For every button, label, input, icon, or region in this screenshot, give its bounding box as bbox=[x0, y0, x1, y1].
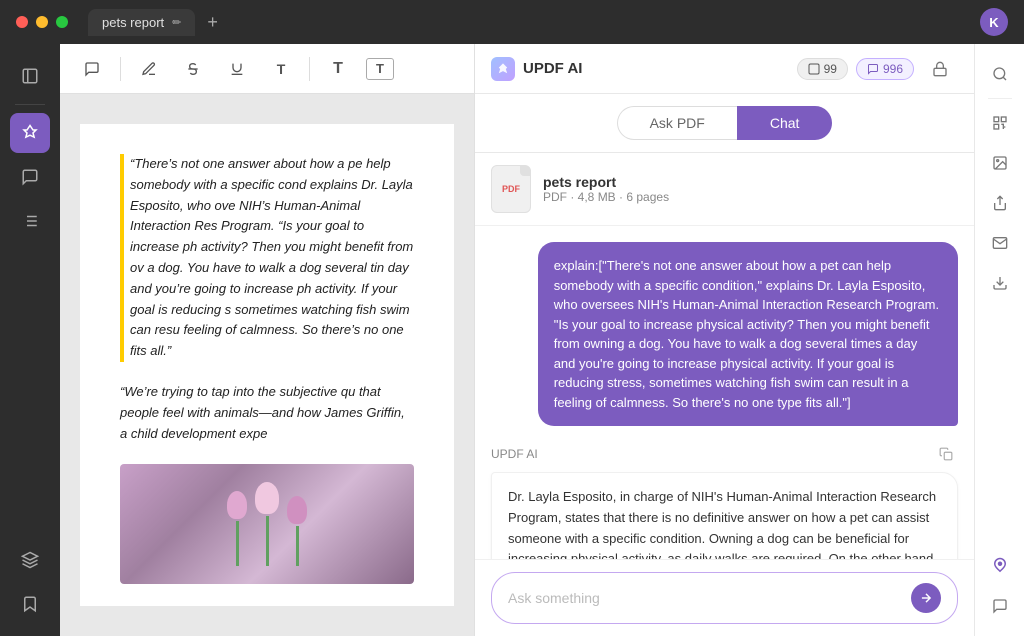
chat-input-wrapper bbox=[491, 572, 958, 624]
file-info: PDF pets report PDF · 4,8 MB · 6 pages bbox=[475, 153, 974, 226]
ai-message-wrapper: UPDF AI Dr. Layla Esposito, in charge of… bbox=[491, 442, 958, 559]
sidebar-search-icon[interactable] bbox=[982, 56, 1018, 92]
title-bar: pets report ✏ + K bbox=[0, 0, 1024, 44]
edit-icon[interactable]: ✏ bbox=[172, 16, 181, 29]
page: “There’s not one answer about how a pe h… bbox=[80, 124, 454, 606]
toolbar-divider-1 bbox=[120, 57, 121, 81]
sidebar-image-icon[interactable] bbox=[982, 145, 1018, 181]
sidebar-divider bbox=[988, 98, 1012, 99]
document-image bbox=[120, 464, 414, 584]
sidebar-icon-bookmark[interactable] bbox=[10, 584, 50, 624]
ai-panel: UPDF AI 99 996 Ask PDF Chat bbox=[474, 44, 974, 636]
pdf-icon: PDF bbox=[491, 165, 531, 213]
tab-area: pets report ✏ + bbox=[88, 9, 222, 36]
lock-icon[interactable] bbox=[922, 51, 958, 87]
add-tab-button[interactable]: + bbox=[203, 12, 222, 33]
sidebar-chat-icon[interactable] bbox=[982, 588, 1018, 624]
toolbar-text-outlined-icon[interactable]: T bbox=[366, 58, 394, 80]
sidebar-icon-comment[interactable] bbox=[10, 157, 50, 197]
chat-input-area bbox=[475, 559, 974, 636]
ai-header: UPDF AI 99 996 bbox=[475, 44, 974, 94]
toolbar-underline-icon[interactable] bbox=[221, 53, 253, 85]
main-area: T T T “There’s not one answer about how … bbox=[0, 44, 1024, 636]
sidebar-icon-layers[interactable] bbox=[10, 540, 50, 580]
file-name: pets report bbox=[543, 174, 669, 190]
tab-chat[interactable]: Chat bbox=[737, 106, 833, 140]
tab-ask-pdf[interactable]: Ask PDF bbox=[617, 106, 737, 140]
sidebar-share-icon[interactable] bbox=[982, 185, 1018, 221]
chat-messages[interactable]: explain:["There's not one answer about h… bbox=[475, 226, 974, 559]
toolbar-comment-icon[interactable] bbox=[76, 53, 108, 85]
document-wrapper: T T T “There’s not one answer about how … bbox=[60, 44, 474, 636]
traffic-lights bbox=[16, 16, 68, 28]
ai-tabs: Ask PDF Chat bbox=[475, 94, 974, 153]
sidebar-ai-icon[interactable] bbox=[982, 548, 1018, 584]
toolbar-strikethrough-icon[interactable] bbox=[177, 53, 209, 85]
sidebar-icon-list[interactable] bbox=[10, 201, 50, 241]
ai-message-sender: UPDF AI bbox=[491, 447, 538, 461]
ai-title: UPDF AI bbox=[523, 60, 582, 77]
sidebar-download-icon[interactable] bbox=[982, 265, 1018, 301]
chat-input[interactable] bbox=[508, 590, 903, 606]
user-message: explain:["There's not one answer about h… bbox=[538, 242, 958, 426]
updf-logo bbox=[491, 57, 515, 81]
toolbar-divider-2 bbox=[309, 57, 310, 81]
sidebar-icon-highlight[interactable] bbox=[10, 113, 50, 153]
badge-count1: 99 bbox=[797, 58, 848, 80]
file-meta: PDF · 4,8 MB · 6 pages bbox=[543, 190, 669, 204]
sidebar-scanner-icon[interactable] bbox=[982, 105, 1018, 141]
send-button[interactable] bbox=[911, 583, 941, 613]
ai-message-header: UPDF AI bbox=[491, 442, 958, 466]
left-sidebar bbox=[0, 44, 60, 636]
sidebar-mail-icon[interactable] bbox=[982, 225, 1018, 261]
document-paragraph-1: “There’s not one answer about how a pe h… bbox=[120, 154, 414, 362]
document-content: “There’s not one answer about how a pe h… bbox=[60, 94, 474, 636]
ai-header-right: 99 996 bbox=[797, 51, 958, 87]
active-tab[interactable]: pets report ✏ bbox=[88, 9, 195, 36]
right-sidebar bbox=[974, 44, 1024, 636]
badge-count2: 996 bbox=[856, 58, 914, 80]
highlight-marker bbox=[120, 154, 124, 362]
document-paragraph-2: “We’re trying to tap into the subjective… bbox=[120, 382, 414, 444]
toolbar: T T T bbox=[60, 44, 474, 94]
toolbar-text-T-icon[interactable]: T bbox=[265, 53, 297, 85]
copy-icon[interactable] bbox=[934, 442, 958, 466]
minimize-button[interactable] bbox=[36, 16, 48, 28]
maximize-button[interactable] bbox=[56, 16, 68, 28]
tab-label: pets report bbox=[102, 15, 164, 30]
avatar: K bbox=[980, 8, 1008, 36]
sidebar-icon-pages[interactable] bbox=[10, 56, 50, 96]
toolbar-text-normal-icon[interactable]: T bbox=[322, 53, 354, 85]
sidebar-divider bbox=[15, 104, 45, 105]
close-button[interactable] bbox=[16, 16, 28, 28]
file-details: pets report PDF · 4,8 MB · 6 pages bbox=[543, 174, 669, 204]
ai-message: Dr. Layla Esposito, in charge of NIH's H… bbox=[491, 472, 958, 559]
toolbar-pen-icon[interactable] bbox=[133, 53, 165, 85]
